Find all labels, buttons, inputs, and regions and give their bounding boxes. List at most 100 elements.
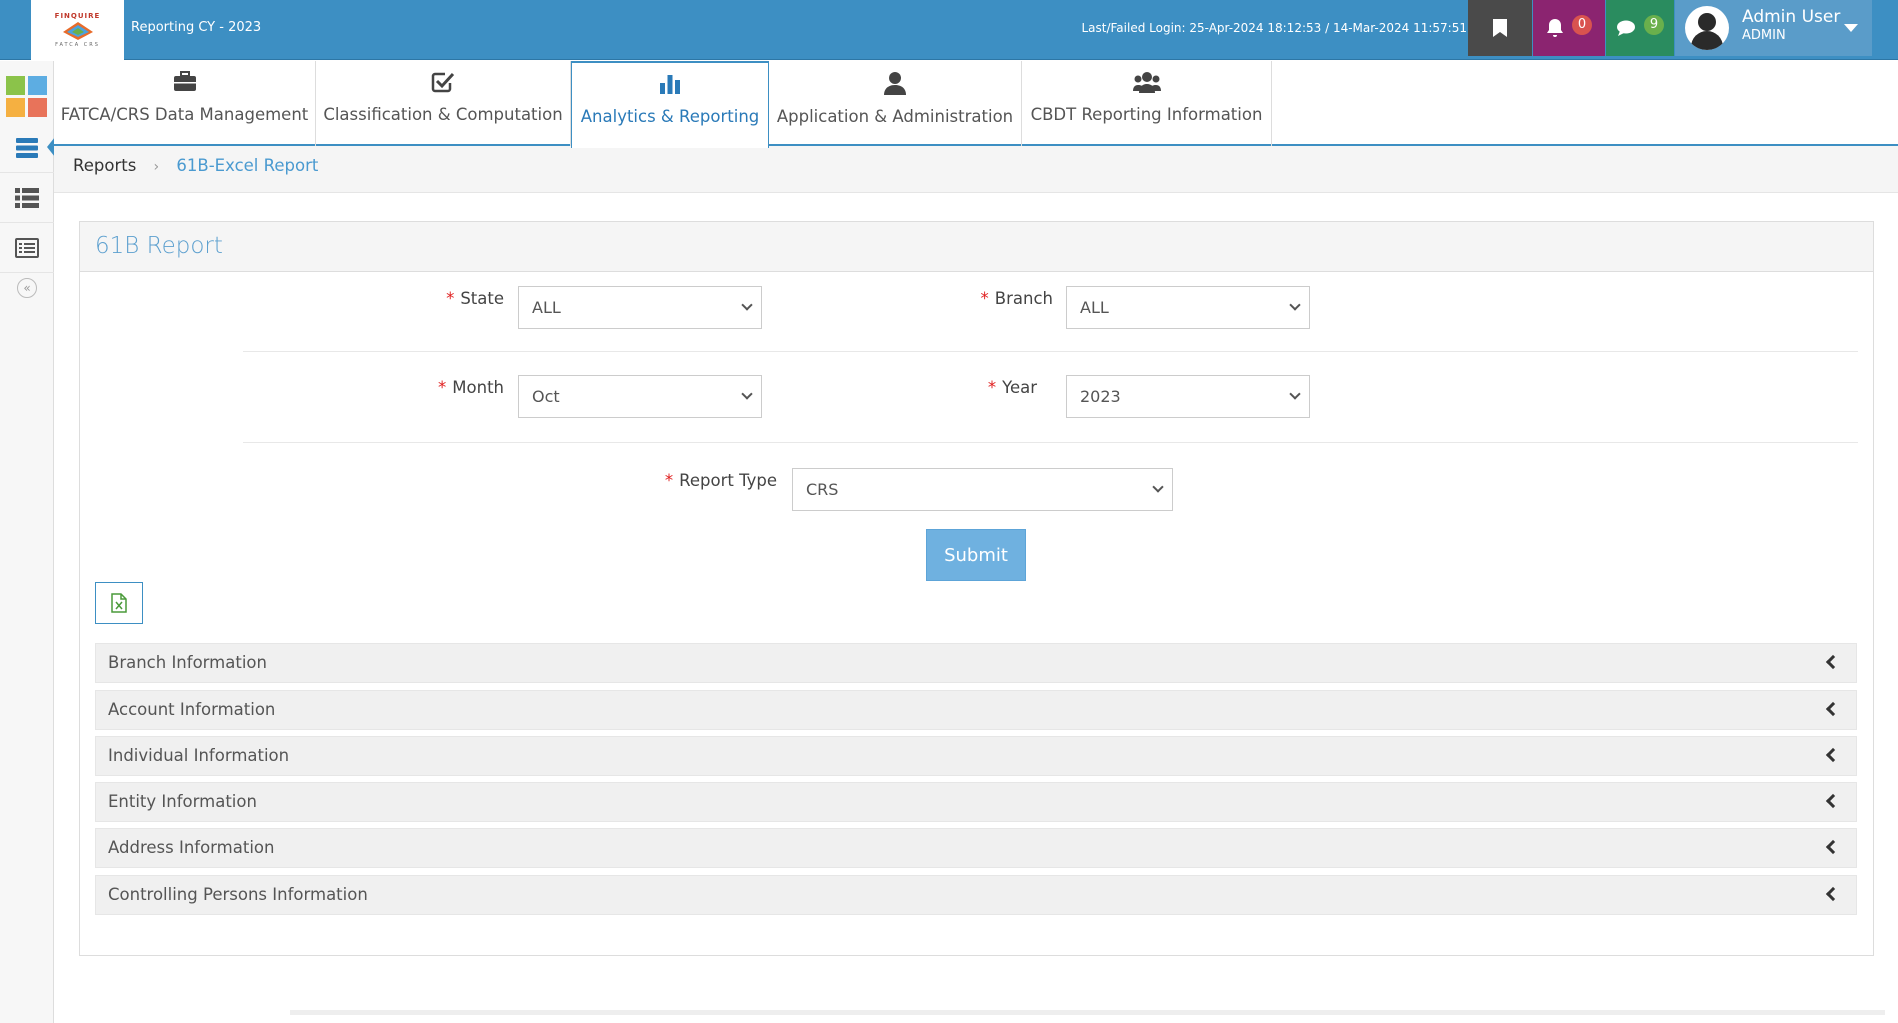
notifications-button[interactable]: 0 [1533,0,1605,56]
file-excel-icon [111,593,127,613]
state-select-value: ALL [532,298,561,317]
chevron-left-icon [1825,886,1841,902]
tab-classification[interactable]: Classification & Computation [316,61,571,146]
messages-button[interactable]: 9 [1606,0,1674,56]
users-icon [1132,72,1161,93]
breadcrumb: Reports › 61B-Excel Report [54,146,1898,193]
chevron-left-icon [1825,747,1841,763]
branch-label-text: Branch [994,289,1053,308]
submit-button[interactable]: Submit [926,529,1026,581]
chevron-left-icon [1825,839,1841,855]
accordion-label: Entity Information [108,792,257,811]
tab-label: CBDT Reporting Information [1030,105,1263,124]
tab-label: Analytics & Reporting [580,107,760,126]
logo-top-text: FINQUIRE [54,12,101,20]
tab-label: Classification & Computation [323,105,563,124]
breadcrumb-current: 61B-Excel Report [176,156,319,175]
bookmark-icon [1493,19,1507,37]
bookmark-button[interactable] [1468,0,1532,56]
bar-chart-icon [660,75,680,94]
state-select[interactable]: ALL [518,286,762,329]
tab-label: Application & Administration [776,107,1014,126]
server-stack-icon [16,137,38,158]
accordion-individual-information[interactable]: Individual Information [95,736,1857,776]
notifications-count-badge: 0 [1572,15,1592,35]
user-menu[interactable]: Admin User ADMIN [1675,0,1872,56]
year-label-text: Year [1002,378,1037,397]
required-mark: * [980,289,989,308]
required-mark: * [987,378,997,397]
panel-title: 61B Report [80,222,1873,272]
accordion-label: Individual Information [108,746,290,765]
user-role: ADMIN [1742,28,1786,43]
chevron-down-icon [741,299,753,311]
report-type-select-value: CRS [806,480,839,499]
branch-select[interactable]: ALL [1066,286,1310,329]
chevron-down-icon [741,388,753,400]
tab-analytics-reporting[interactable]: Analytics & Reporting [571,61,769,148]
user-icon [884,72,906,95]
messages-count-badge: 9 [1644,15,1664,35]
breadcrumb-reports-link[interactable]: Reports [73,156,136,175]
report-type-select[interactable]: CRS [792,468,1173,511]
accordion-label: Branch Information [108,653,267,672]
footer-divider [290,1010,1885,1015]
app-logo[interactable]: FINQUIRE FATCA CRS [31,0,124,60]
logo-mark-icon [61,20,95,42]
report-type-label: * Report Type [640,471,777,490]
accordion-label: Address Information [108,838,275,857]
chat-icon [1617,20,1635,36]
year-select[interactable]: 2023 [1066,375,1310,418]
sidebar-item-list-alt[interactable] [0,223,54,273]
accordion-account-information[interactable]: Account Information [95,690,1857,730]
accordion-entity-information[interactable]: Entity Information [95,782,1857,822]
chevron-right-icon: › [153,159,160,175]
required-mark: * [664,471,674,490]
export-excel-button[interactable] [95,582,143,624]
user-name: Admin User [1742,7,1841,27]
briefcase-icon [173,71,196,91]
bell-icon [1547,19,1563,37]
month-label: * Month [400,378,504,397]
chevron-down-icon [1152,481,1164,493]
month-label-text: Month [452,378,504,397]
sidebar-item-list[interactable] [0,173,54,223]
avatar [1685,6,1729,50]
sidebar-item-server[interactable] [0,123,55,173]
month-select-value: Oct [532,387,560,406]
chevron-down-icon [1844,24,1858,32]
double-chevron-left-icon: « [23,281,31,295]
sidebar: « [0,61,55,1023]
year-select-value: 2023 [1080,387,1121,406]
accordion-branch-information[interactable]: Branch Information [95,643,1857,683]
tab-administration[interactable]: Application & Administration [769,61,1022,146]
required-mark: * [438,378,447,397]
state-label-text: State [460,289,504,308]
top-bar: FINQUIRE FATCA CRS Reporting CY - 2023 L… [0,0,1898,60]
logo-bottom-text: FATCA CRS [55,42,100,48]
tab-data-management[interactable]: FATCA/CRS Data Management [54,61,316,146]
tab-cbdt-reporting[interactable]: CBDT Reporting Information [1022,61,1272,146]
chevron-left-icon [1825,793,1841,809]
chevron-left-icon [1825,654,1841,670]
check-square-icon [431,72,455,93]
state-label: * State [400,289,504,308]
form-divider [243,351,1858,352]
reporting-year: Reporting CY - 2023 [131,20,262,35]
accordion-address-information[interactable]: Address Information [95,828,1857,868]
list-icon [15,187,39,208]
month-select[interactable]: Oct [518,375,762,418]
required-mark: * [446,289,455,308]
chevron-down-icon [1289,388,1301,400]
accordion-controlling-persons-information[interactable]: Controlling Persons Information [95,875,1857,915]
last-login-info: Last/Failed Login: 25-Apr-2024 18:12:53 … [1081,21,1467,35]
main-tabs: FATCA/CRS Data Management Classification… [54,61,1898,148]
accordion-label: Controlling Persons Information [108,885,368,904]
collapse-sidebar-button[interactable]: « [17,278,37,298]
accordion-label: Account Information [108,700,276,719]
apps-grid-icon[interactable] [6,76,48,118]
report-type-label-text: Report Type [679,471,777,490]
tab-label: FATCA/CRS Data Management [60,105,309,124]
form-divider [243,442,1858,443]
branch-label: * Branch [950,289,1053,308]
